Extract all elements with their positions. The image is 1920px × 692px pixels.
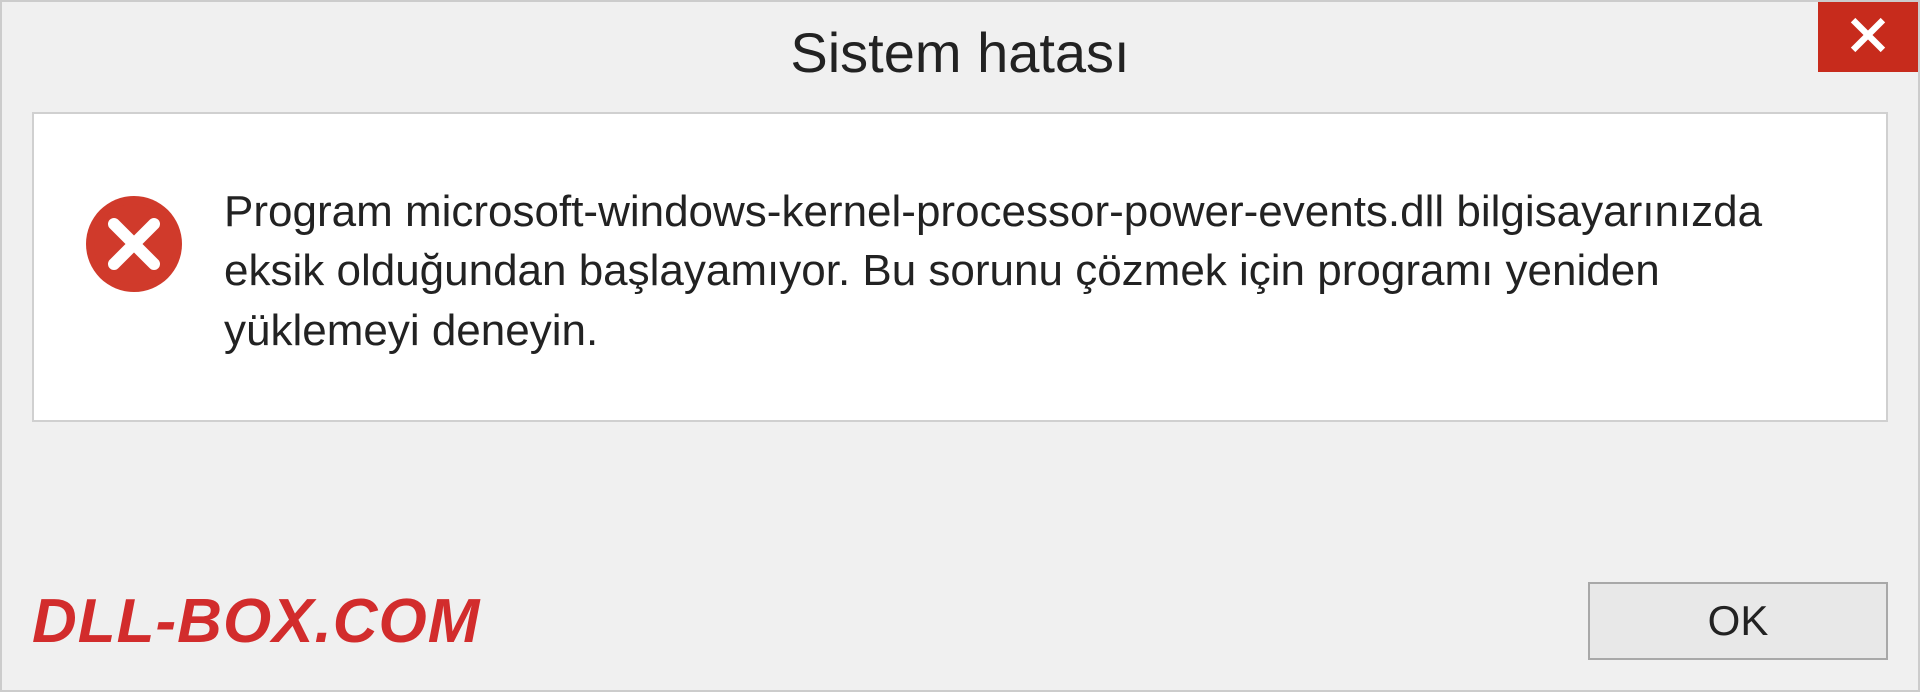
content-panel: Program microsoft-windows-kernel-process… <box>32 112 1888 422</box>
close-icon <box>1849 16 1887 59</box>
ok-button-label: OK <box>1708 597 1769 645</box>
error-message: Program microsoft-windows-kernel-process… <box>224 174 1836 360</box>
dialog-footer: DLL-BOX.COM OK <box>32 582 1888 660</box>
close-button[interactable] <box>1818 2 1918 72</box>
ok-button[interactable]: OK <box>1588 582 1888 660</box>
watermark-text: DLL-BOX.COM <box>32 586 480 657</box>
titlebar: Sistem hatası <box>2 2 1918 102</box>
error-dialog: Sistem hatası Program microsoft-windows-… <box>0 0 1920 692</box>
error-icon <box>84 194 184 294</box>
dialog-title: Sistem hatası <box>790 20 1129 85</box>
